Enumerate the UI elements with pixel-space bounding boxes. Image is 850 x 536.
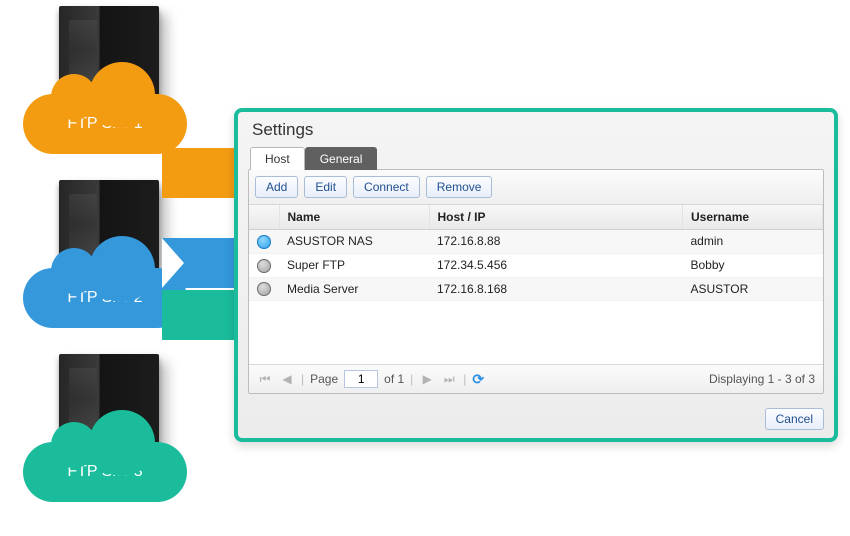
col-host[interactable]: Host / IP <box>429 205 683 230</box>
page-prev-icon[interactable]: ◀ <box>279 371 295 387</box>
cell-user: admin <box>683 230 823 254</box>
host-panel: Add Edit Connect Remove Name Host / IP U… <box>248 169 824 394</box>
separator: | <box>301 372 304 386</box>
table-row[interactable]: Media Server172.16.8.168ASUSTOR <box>249 277 823 301</box>
window-title: Settings <box>238 112 834 146</box>
table-header-row: Name Host / IP Username <box>249 205 823 230</box>
host-status-icon <box>257 259 271 273</box>
edit-button[interactable]: Edit <box>304 176 347 198</box>
cloud-label: FTP Site 1 <box>23 94 187 154</box>
page-of: of 1 <box>384 372 404 386</box>
remove-button[interactable]: Remove <box>426 176 493 198</box>
cell-name: Media Server <box>279 277 429 301</box>
col-name[interactable]: Name <box>279 205 429 230</box>
host-status-icon <box>257 235 271 249</box>
refresh-icon[interactable]: ⟳ <box>472 371 484 388</box>
page-input[interactable] <box>344 370 378 388</box>
cell-host: 172.34.5.456 <box>429 253 683 277</box>
host-grid: Name Host / IP Username ASUSTOR NAS172.1… <box>249 205 823 364</box>
pager: ⏮ ◀ | Page of 1 | ▶ ⏭ | ⟳ Displaying 1 -… <box>249 364 823 393</box>
cloud-label: FTP Site 3 <box>23 442 187 502</box>
cell-name: ASUSTOR NAS <box>279 230 429 254</box>
window-footer: Cancel <box>238 402 834 438</box>
page-last-icon[interactable]: ⏭ <box>441 371 457 387</box>
tab-general[interactable]: General <box>305 147 378 170</box>
table-row[interactable]: ASUSTOR NAS172.16.8.88admin <box>249 230 823 254</box>
col-icon[interactable] <box>249 205 279 230</box>
settings-window: Settings Host General Add Edit Connect R… <box>234 108 838 442</box>
add-button[interactable]: Add <box>255 176 298 198</box>
tabbar: Host General <box>238 146 834 169</box>
table-row[interactable]: Super FTP172.34.5.456Bobby <box>249 253 823 277</box>
page-next-icon[interactable]: ▶ <box>419 371 435 387</box>
cell-user: ASUSTOR <box>683 277 823 301</box>
cell-host: 172.16.8.88 <box>429 230 683 254</box>
host-status-icon <box>257 282 271 296</box>
cancel-button[interactable]: Cancel <box>765 408 824 430</box>
tab-host[interactable]: Host <box>250 147 305 170</box>
col-user[interactable]: Username <box>683 205 823 230</box>
connect-button[interactable]: Connect <box>353 176 420 198</box>
page-first-icon[interactable]: ⏮ <box>257 371 273 387</box>
cell-name: Super FTP <box>279 253 429 277</box>
cell-host: 172.16.8.168 <box>429 277 683 301</box>
ftp-site-3: FTP Site 3 <box>15 348 195 522</box>
toolbar: Add Edit Connect Remove <box>249 170 823 205</box>
page-label: Page <box>310 372 338 386</box>
pager-summary: Displaying 1 - 3 of 3 <box>709 372 815 386</box>
cell-user: Bobby <box>683 253 823 277</box>
separator: | <box>410 372 413 386</box>
separator: | <box>463 372 466 386</box>
